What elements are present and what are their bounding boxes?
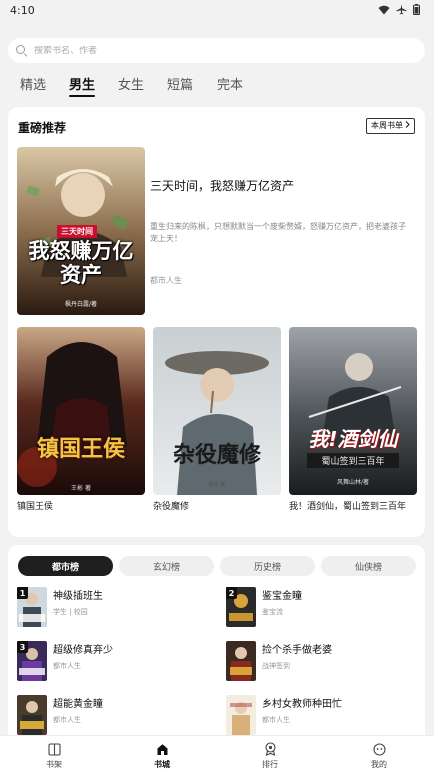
book-card[interactable]: 我!酒剑仙 蜀山签到三百年 风舞山林/著 我！酒剑仙，蜀山签到三百年 xyxy=(289,327,417,513)
rank-subtitle: 都市人生 xyxy=(53,662,81,670)
rank-subtitle: 战神签到 xyxy=(262,662,290,670)
cover-title: 镇国王侯 xyxy=(36,437,125,462)
cover-title: 我!酒剑仙 xyxy=(308,427,398,451)
airplane-icon xyxy=(396,4,407,19)
ranking-icon xyxy=(240,742,300,756)
cover-title: 杂役魔修 xyxy=(172,443,261,468)
section-title: 重磅推荐 xyxy=(18,121,67,135)
tab-male[interactable]: 男生 xyxy=(69,74,96,97)
nav-label: 书城 xyxy=(154,760,170,769)
featured-book-description: 重生归来的陈枫，只想默默当一个废柴赘婿，怒赚万亿资产，把老婆孩子宠上天！ xyxy=(150,222,406,243)
tab-short[interactable]: 短篇 xyxy=(167,74,193,93)
rank-subtitle: 鉴宝流 xyxy=(262,608,283,616)
rank-subtitle: 学生 | 校园 xyxy=(53,608,88,616)
rank-title: 超级修真弃少 xyxy=(53,645,113,656)
wifi-icon xyxy=(378,5,390,19)
cover-subtitle: 蜀山签到三百年 xyxy=(307,453,399,468)
featured-book-category: 都市人生 xyxy=(150,276,182,285)
status-time: 4:10 xyxy=(10,4,35,17)
book-title: 镇国王侯 xyxy=(17,502,54,512)
rank-title: 神级插班生 xyxy=(53,591,103,602)
rank-number: 1 xyxy=(17,587,28,599)
bottom-navigation: 书架 书城 排行 我的 xyxy=(0,735,434,772)
ranking-tabs: 都市榜 玄幻榜 历史榜 仙侠榜 xyxy=(18,556,416,576)
nav-profile[interactable]: 我的 xyxy=(349,742,409,770)
bookshelf-icon xyxy=(24,742,84,756)
featured-book-title[interactable]: 三天时间，我怒赚万亿资产 xyxy=(150,177,294,194)
cover-author: 晴空 著 xyxy=(208,482,226,488)
rank-item[interactable]: 捡个杀手做老婆 战神签到 xyxy=(226,641,416,683)
book-title: 我！酒剑仙，蜀山签到三百年 xyxy=(289,502,407,512)
rank-number: 2 xyxy=(226,587,237,599)
nav-label: 我的 xyxy=(371,760,387,769)
weekly-booklist-button[interactable]: 本周书单 xyxy=(366,118,415,134)
rank-title: 鉴宝金瞳 xyxy=(262,591,302,602)
tab-completed[interactable]: 完本 xyxy=(217,74,243,93)
book-title: 杂役魔修 xyxy=(153,502,190,512)
rank-tab-urban[interactable]: 都市榜 xyxy=(18,556,113,576)
cover-title: 我怒赚万亿资产 xyxy=(28,239,134,287)
rank-cover xyxy=(226,641,256,681)
search-icon xyxy=(16,44,28,57)
rank-cover xyxy=(226,695,256,735)
cover-author: 枫丹白露/著 xyxy=(64,301,98,308)
tab-featured[interactable]: 精选 xyxy=(20,74,46,93)
nav-bookstore[interactable]: 书城 xyxy=(132,742,192,770)
category-tabs: 精选 男生 女生 短篇 完本 xyxy=(0,70,434,98)
rank-item[interactable]: 3 超级修真弃少 都市人生 xyxy=(17,641,207,683)
chevron-right-icon xyxy=(405,119,410,133)
rank-item[interactable]: 2 鉴宝金瞳 鉴宝流 xyxy=(226,587,416,629)
nav-label: 排行 xyxy=(262,760,278,769)
rank-subtitle: 都市人生 xyxy=(262,716,290,724)
status-bar: 4:10 xyxy=(0,0,434,24)
battery-icon xyxy=(413,4,420,19)
rank-item[interactable]: 超能黄金瞳 都市人生 xyxy=(17,695,207,737)
book-card[interactable]: 镇国王侯 王彬 著 镇国王侯 xyxy=(17,327,145,513)
rank-subtitle: 都市人生 xyxy=(53,716,81,724)
rank-number: 3 xyxy=(17,641,28,653)
ranking-section: 都市榜 玄幻榜 历史榜 仙侠榜 1 神级插班生 学生 | 校园 2 鉴宝金瞳 鉴… xyxy=(8,545,425,745)
book-cover: 杂役魔修 晴空 著 xyxy=(153,327,281,495)
featured-book-cover[interactable]: 三天时间 我怒赚万亿资产 枫丹白露/著 xyxy=(17,147,145,315)
rank-title: 捡个杀手做老婆 xyxy=(262,645,332,656)
rank-cover xyxy=(17,695,47,735)
nav-ranking[interactable]: 排行 xyxy=(240,742,300,770)
profile-icon xyxy=(349,742,409,756)
book-cover: 镇国王侯 王彬 著 xyxy=(17,327,145,495)
rank-title: 超能黄金瞳 xyxy=(53,699,103,710)
rank-title: 乡村女教师种田忙 xyxy=(262,699,342,710)
rank-tab-xianxia[interactable]: 仙侠榜 xyxy=(321,556,416,576)
search-input[interactable] xyxy=(34,45,414,56)
bookstore-icon xyxy=(132,742,192,756)
featured-section: 重磅推荐 本周书单 三天时间 我怒赚万亿资产 枫丹白露/著 三天时间，我怒赚万亿… xyxy=(8,107,425,537)
book-card[interactable]: 杂役魔修 晴空 著 杂役魔修 xyxy=(153,327,281,513)
active-tab-underline xyxy=(69,95,96,97)
nav-bookshelf[interactable]: 书架 xyxy=(24,742,84,770)
tab-female[interactable]: 女生 xyxy=(118,74,144,93)
cover-badge: 三天时间 xyxy=(57,225,97,238)
rank-tab-fantasy[interactable]: 玄幻榜 xyxy=(119,556,214,576)
rank-item[interactable]: 乡村女教师种田忙 都市人生 xyxy=(226,695,416,737)
rank-tab-history[interactable]: 历史榜 xyxy=(220,556,315,576)
search-bar[interactable] xyxy=(8,38,425,63)
cover-author: 王彬 著 xyxy=(71,485,91,492)
book-cover: 我!酒剑仙 蜀山签到三百年 风舞山林/著 xyxy=(289,327,417,495)
rank-item[interactable]: 1 神级插班生 学生 | 校园 xyxy=(17,587,207,629)
nav-label: 书架 xyxy=(46,760,62,769)
status-icons xyxy=(378,4,420,19)
cover-author: 风舞山林/著 xyxy=(336,479,370,486)
